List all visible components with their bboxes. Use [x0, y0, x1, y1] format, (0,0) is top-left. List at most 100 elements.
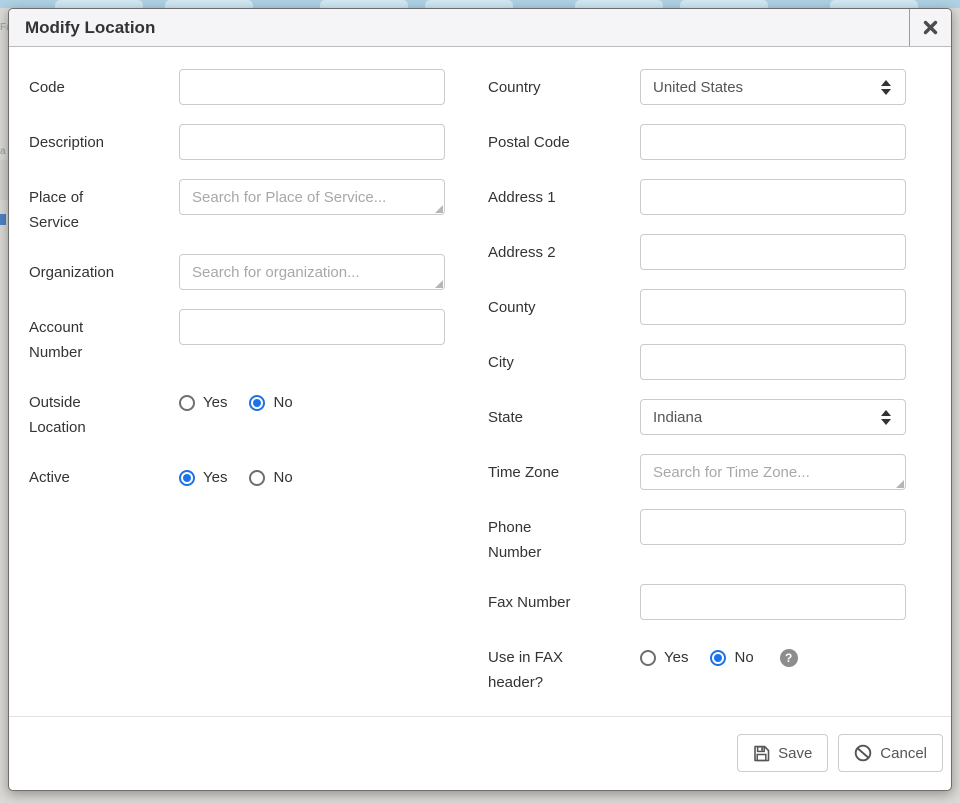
address2-label: Address 2: [488, 234, 588, 265]
code-input[interactable]: [179, 69, 445, 105]
close-icon: [923, 20, 938, 35]
account-number-input[interactable]: [179, 309, 445, 345]
close-button[interactable]: [909, 9, 951, 46]
cancel-button-label: Cancel: [880, 745, 927, 762]
outside-location-label: Outside Location: [29, 384, 129, 440]
save-button-label: Save: [778, 745, 812, 762]
field-row-code: Code: [29, 69, 450, 105]
radio-icon[interactable]: [179, 470, 195, 486]
radio-icon[interactable]: [249, 470, 265, 486]
address1-label: Address 1: [488, 179, 588, 210]
field-row-organization: Organization: [29, 254, 450, 290]
form-column-right: Country United States Postal Code Addres…: [478, 69, 927, 716]
field-row-place-of-service: Place of Service: [29, 179, 450, 235]
state-select-value: Indiana: [653, 409, 881, 426]
state-select[interactable]: Indiana: [640, 399, 906, 435]
form-column-left: Code Description Place of Service Organi…: [29, 69, 478, 716]
cancel-button[interactable]: Cancel: [838, 734, 943, 772]
background-tab: [830, 0, 918, 8]
field-row-county: County: [488, 289, 927, 325]
address2-input[interactable]: [640, 234, 906, 270]
radio-icon[interactable]: [249, 395, 265, 411]
active-radio-yes[interactable]: Yes: [179, 468, 227, 488]
field-row-postal-code: Postal Code: [488, 124, 927, 160]
time-zone-search[interactable]: [640, 454, 906, 490]
place-of-service-label: Place of Service: [29, 179, 129, 235]
field-row-address2: Address 2: [488, 234, 927, 270]
background-fragment: [0, 160, 8, 200]
cancel-icon: [854, 744, 872, 762]
address1-input[interactable]: [640, 179, 906, 215]
updown-arrows-icon: [881, 410, 891, 425]
resize-grip-icon: [435, 205, 443, 213]
account-number-label: Account Number: [29, 309, 129, 365]
organization-search[interactable]: [179, 254, 445, 290]
field-row-city: City: [488, 344, 927, 380]
save-icon: [753, 745, 770, 762]
updown-arrows-icon: [881, 80, 891, 95]
country-label: Country: [488, 69, 588, 100]
question-mark-icon[interactable]: ?: [780, 649, 798, 667]
fax-header-radio-no[interactable]: No: [710, 648, 753, 668]
background-text-fragment: a: [0, 146, 6, 157]
field-row-time-zone: Time Zone: [488, 454, 927, 490]
field-row-account-number: Account Number: [29, 309, 450, 365]
description-label: Description: [29, 124, 129, 155]
postal-code-label: Postal Code: [488, 124, 588, 155]
dialog-footer: Save Cancel: [9, 716, 951, 790]
fax-header-label: Use in FAX header?: [488, 639, 588, 695]
place-of-service-search[interactable]: [179, 179, 445, 215]
outside-location-radio-group: Yes No: [179, 384, 445, 413]
background-tab-strip: [0, 0, 960, 8]
county-input[interactable]: [640, 289, 906, 325]
background-tab: [165, 0, 253, 8]
field-row-phone-number: Phone Number: [488, 509, 927, 565]
field-row-fax-number: Fax Number: [488, 584, 927, 620]
save-button[interactable]: Save: [737, 734, 828, 772]
time-zone-label: Time Zone: [488, 454, 588, 485]
phone-number-input[interactable]: [640, 509, 906, 545]
county-label: County: [488, 289, 588, 320]
fax-number-label: Fax Number: [488, 584, 588, 615]
outside-location-radio-yes[interactable]: Yes: [179, 393, 227, 413]
background-tab: [425, 0, 513, 8]
postal-code-input[interactable]: [640, 124, 906, 160]
active-radio-group: Yes No: [179, 459, 445, 488]
city-input[interactable]: [640, 344, 906, 380]
description-input[interactable]: [179, 124, 445, 160]
country-select[interactable]: United States: [640, 69, 906, 105]
dialog-title: Modify Location: [9, 18, 909, 38]
phone-number-label: Phone Number: [488, 509, 588, 565]
outside-location-radio-no[interactable]: No: [249, 393, 292, 413]
code-label: Code: [29, 69, 129, 100]
dialog-body: Code Description Place of Service Organi…: [9, 47, 951, 716]
field-row-address1: Address 1: [488, 179, 927, 215]
fax-header-radio-yes[interactable]: Yes: [640, 648, 688, 668]
radio-icon[interactable]: [640, 650, 656, 666]
field-row-active: Active Yes No: [29, 459, 450, 490]
organization-label: Organization: [29, 254, 129, 285]
field-row-description: Description: [29, 124, 450, 160]
city-label: City: [488, 344, 588, 375]
field-row-state: State Indiana: [488, 399, 927, 435]
field-row-fax-header: Use in FAX header? Yes No ?: [488, 639, 927, 695]
dialog-header: Modify Location: [9, 9, 951, 47]
radio-icon[interactable]: [710, 650, 726, 666]
background-fragment: [0, 214, 6, 225]
background-tab: [680, 0, 768, 8]
fax-number-input[interactable]: [640, 584, 906, 620]
background-tab: [55, 0, 143, 8]
active-label: Active: [29, 459, 129, 490]
background-tab: [320, 0, 408, 8]
modify-location-dialog: Modify Location Code Description Place o…: [8, 8, 952, 791]
fax-header-radio-group: Yes No ?: [640, 639, 906, 668]
country-select-value: United States: [653, 79, 881, 96]
field-row-outside-location: Outside Location Yes No: [29, 384, 450, 440]
resize-grip-icon: [435, 280, 443, 288]
field-row-country: Country United States: [488, 69, 927, 105]
background-tab: [575, 0, 663, 8]
radio-icon[interactable]: [179, 395, 195, 411]
active-radio-no[interactable]: No: [249, 468, 292, 488]
resize-grip-icon: [896, 480, 904, 488]
state-label: State: [488, 399, 588, 430]
